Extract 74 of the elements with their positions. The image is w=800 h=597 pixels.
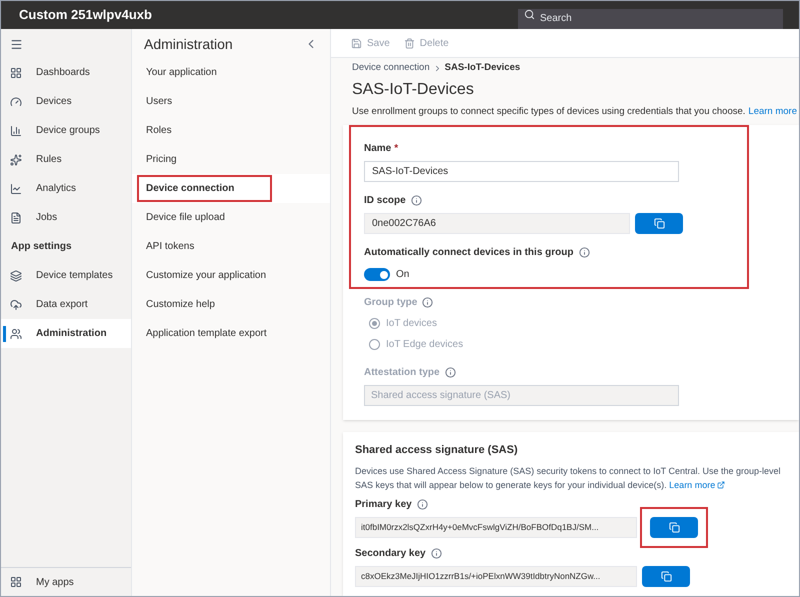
nav-item[interactable]: Devices [1,87,131,116]
admin-menu-item[interactable]: Roles [136,116,182,145]
save-icon [351,38,362,48]
key-input-field[interactable]: it0fbIM0rzx2lsQZxrH4y+0eMvcFswlgViZH/BoFBOfDq1BJ/SM... [355,516,637,538]
id-scope-input-field[interactable]: 0ne002C76A6 [364,213,630,234]
nav-icon [10,96,22,108]
copy-icon [654,218,664,230]
nav-icon [10,328,22,340]
admin-menu-item[interactable]: Users [136,87,182,116]
page-title: SAS-IoT-Devices [352,80,475,100]
nav-item[interactable]: Rules [1,145,131,174]
admin-menu-item[interactable]: Pricing [136,145,187,174]
panel-title: Administration [144,34,233,54]
nav-item[interactable]: Administration [1,319,131,348]
name-label: Name * [364,142,400,156]
external-link-icon [717,480,726,489]
admin-menu-item[interactable]: API tokens [136,232,204,261]
info-icon [578,247,590,258]
search-icon [524,9,535,20]
copy-button[interactable] [650,516,698,538]
nav-item[interactable]: Jobs [1,203,131,232]
breadcrumb-item[interactable]: Device connection [352,60,430,76]
attestation-label: Attestation type [364,366,440,380]
toggle-label: On [396,268,410,282]
app-title: Custom 251wlpv4uxb [19,6,152,24]
group-type-label: Group type [364,296,418,310]
key-input-field[interactable]: c8xOEkz3MeJIjHIO1zzrrB1s/+ioPElxnWW39tIdbtryNonNZGw... [355,566,637,587]
nav-item[interactable]: Analytics [1,174,131,203]
menu-icon[interactable] [10,38,23,50]
nav-item[interactable]: Data export [1,290,131,319]
learn-more-link[interactable]: Learn more [748,105,799,120]
sas-description: Devices use Shared Access Signature (SAS) security tokens to connect to IoT Central. Use the group-level SAS keys that will appear below to generate keys for your individual device(s). Learn more [355,464,782,492]
breadcrumb-item: SAS-IoT-Devices [444,60,520,75]
nav-icon [10,270,22,282]
radio-label: IoT devices [386,317,437,332]
key-label: Secondary key [355,546,426,561]
section-header: App settings [11,240,72,254]
nav-icon [10,124,22,136]
nav-icon [10,182,22,194]
my-apps-link[interactable]: My apps [36,574,74,590]
section-title: Shared access signature (SAS) [355,443,519,458]
admin-menu-item[interactable]: Your application [136,58,227,87]
search-field[interactable]: Search [518,8,783,28]
trash-icon [404,38,415,48]
info-icon [422,297,434,308]
nav-icon [10,154,22,166]
required-mark: * [394,143,398,154]
admin-menu-item[interactable]: Customize help [136,290,225,319]
copy-icon [668,522,680,533]
key-label: Primary key [355,498,412,512]
radio-label: IoT Edge devices [386,338,464,352]
info-icon [430,548,442,559]
copy-icon [660,570,672,582]
apps-icon [10,576,22,588]
copy-button[interactable] [642,566,690,587]
learn-more-link[interactable]: Learn more [669,478,726,492]
nav-icon [10,66,22,78]
admin-menu-item[interactable]: Application template export [136,319,277,348]
nav-item[interactable]: Device groups [1,116,131,145]
page-description: Use enrollment groups to connect specific types of devices using credentials that you choose. [352,105,746,119]
info-icon [444,367,456,378]
toggle-switch[interactable] [364,268,390,282]
copy-button[interactable] [635,213,683,234]
name-input-field[interactable]: SAS-IoT-Devices [364,161,679,182]
id-scope-label: ID scope [364,194,406,208]
nav-item[interactable]: Device templates [1,261,131,290]
nav-icon [10,212,22,224]
admin-menu-item[interactable]: Device file upload [136,203,235,232]
info-icon [410,195,422,206]
auto-connect-label: Automatically connect devices in this group [364,246,574,260]
nav-icon [10,298,22,310]
nav-item[interactable]: Dashboards [1,58,131,87]
info-icon [416,498,428,510]
admin-menu-item[interactable]: Customize your application [136,261,276,290]
